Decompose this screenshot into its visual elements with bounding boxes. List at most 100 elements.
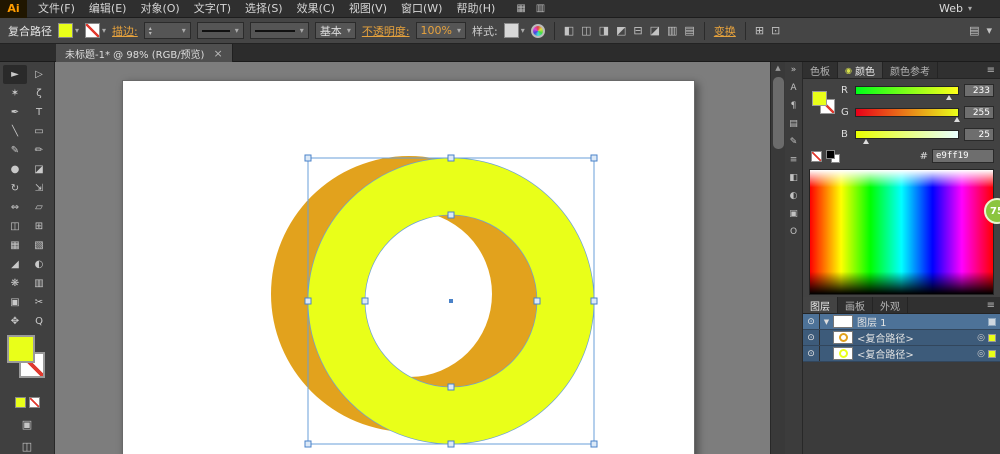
rotate-tool[interactable]: ↻: [3, 179, 27, 198]
lasso-tool[interactable]: ζ: [27, 84, 51, 103]
style-swatch-dropdown[interactable]: ▾: [504, 23, 525, 38]
anchor-point[interactable]: [448, 384, 454, 390]
menu-5[interactable]: 效果(C): [290, 0, 342, 18]
paragraph-panel-icon[interactable]: ¶: [791, 101, 797, 111]
type-tool[interactable]: T: [27, 103, 51, 122]
screen-mode-icon[interactable]: ◫: [22, 440, 32, 453]
menu-0[interactable]: 文件(F): [31, 0, 82, 18]
slider-value-g[interactable]: 255: [964, 106, 994, 119]
zoom-tool[interactable]: Q: [27, 312, 51, 331]
slice-tool[interactable]: ✂: [27, 293, 51, 312]
tab-close-icon[interactable]: ×: [213, 47, 222, 60]
gradient-panel-icon[interactable]: ◧: [789, 173, 798, 183]
app-logo[interactable]: Ai: [0, 0, 27, 18]
control-panel-menu-icon[interactable]: ▾: [986, 24, 992, 37]
fill-color-picker[interactable]: ▾: [58, 23, 79, 38]
align-left-icon[interactable]: ◧: [564, 24, 574, 37]
align-top-icon[interactable]: ◩: [616, 24, 626, 37]
none-swatch[interactable]: [811, 151, 822, 162]
align-center-h-icon[interactable]: ◫: [581, 24, 591, 37]
workspace-layout-icon[interactable]: ▥: [536, 3, 545, 14]
layer-thumbnail[interactable]: [833, 347, 853, 360]
column-graph-tool[interactable]: ▥: [27, 274, 51, 293]
panel-menu-icon[interactable]: ≡: [982, 62, 1000, 78]
slider-thumb[interactable]: [954, 117, 960, 122]
menu-6[interactable]: 视图(V): [342, 0, 394, 18]
selection-handle[interactable]: [448, 441, 454, 447]
line-segment-tool[interactable]: ╲: [3, 122, 27, 141]
pencil-tool[interactable]: ✏: [27, 141, 51, 160]
anchor-point[interactable]: [534, 298, 540, 304]
panel-fill-swatch[interactable]: [812, 91, 827, 106]
stroke-style-dropdown[interactable]: ▾: [250, 22, 309, 39]
selection-indicator[interactable]: [988, 318, 996, 326]
slider-value-b[interactable]: 25: [964, 128, 994, 141]
layer-row[interactable]: ⊙ ▼ 图层 1: [803, 314, 1000, 330]
stroke-weight-stepper[interactable]: ▴▾ ▾: [144, 22, 191, 39]
gradient-tool[interactable]: ▧: [27, 236, 51, 255]
document-tab[interactable]: 未标题-1* @ 98% (RGB/预览) ×: [56, 44, 233, 62]
canvas-area[interactable]: ▲: [55, 62, 785, 454]
tab-artboards[interactable]: 画板: [838, 297, 873, 313]
center-point[interactable]: [449, 299, 453, 303]
symbols-panel-icon[interactable]: O: [790, 227, 797, 237]
hex-input[interactable]: [932, 149, 994, 163]
stroke-color-picker[interactable]: ▾: [85, 23, 106, 38]
color-spectrum[interactable]: [809, 169, 994, 295]
panel-menu-icon[interactable]: ≡: [982, 297, 1000, 313]
isolate-selection-icon[interactable]: ⊡: [771, 24, 780, 37]
selection-handle[interactable]: [591, 441, 597, 447]
brush-definition-dropdown[interactable]: 基本 ▾: [315, 22, 356, 39]
arrange-documents-icon[interactable]: ▦: [516, 3, 525, 14]
selection-indicator[interactable]: [988, 350, 996, 358]
tab-layers[interactable]: 图层: [803, 297, 838, 313]
layer-name[interactable]: <复合路径>: [857, 346, 977, 361]
recolor-artwork-icon[interactable]: [531, 24, 545, 38]
scrollbar-thumb[interactable]: [773, 77, 784, 149]
artboard-tool[interactable]: ▣: [3, 293, 27, 312]
none-button[interactable]: [29, 397, 40, 408]
menu-7[interactable]: 窗口(W): [394, 0, 449, 18]
tab-color[interactable]: ◉ 颜色: [838, 62, 883, 78]
selection-handle[interactable]: [591, 298, 597, 304]
selection-handle[interactable]: [591, 155, 597, 161]
selection-tool[interactable]: ►: [3, 65, 27, 84]
tab-swatches[interactable]: 色板: [803, 62, 838, 78]
selection-handle[interactable]: [305, 298, 311, 304]
slider-thumb[interactable]: [946, 95, 952, 100]
layer-name[interactable]: 图层 1: [857, 314, 988, 329]
slider-value-r[interactable]: 233: [964, 84, 994, 97]
blend-tool[interactable]: ◐: [27, 255, 51, 274]
workspace-switcher[interactable]: Web ▾: [939, 2, 972, 15]
transform-panel-link[interactable]: 变换: [714, 23, 736, 39]
scale-tool[interactable]: ⇲: [27, 179, 51, 198]
slider-g[interactable]: [855, 108, 959, 117]
fill-swatch[interactable]: [7, 335, 35, 363]
slider-thumb[interactable]: [863, 139, 869, 144]
target-circle-icon[interactable]: ◎: [977, 349, 985, 359]
character-panel-icon[interactable]: A: [790, 83, 796, 93]
menu-8[interactable]: 帮助(H): [449, 0, 502, 18]
hand-tool[interactable]: ✥: [3, 312, 27, 331]
shape-mode-icon[interactable]: ⊞: [755, 24, 764, 37]
paintbrush-tool[interactable]: ✎: [3, 141, 27, 160]
menu-4[interactable]: 选择(S): [238, 0, 290, 18]
menu-2[interactable]: 对象(O): [133, 0, 186, 18]
free-transform-tool[interactable]: ▱: [27, 198, 51, 217]
align-middle-icon[interactable]: ⊟: [633, 24, 642, 37]
swatches-panel-icon[interactable]: ▤: [789, 119, 798, 129]
opacity-field[interactable]: 100% ▾: [416, 22, 466, 39]
selection-handle[interactable]: [305, 155, 311, 161]
width-tool[interactable]: ⇔: [3, 198, 27, 217]
opacity-panel-link[interactable]: 不透明度:: [362, 23, 410, 39]
tab-color-guide[interactable]: 颜色参考: [883, 62, 938, 78]
visibility-eye-icon[interactable]: ⊙: [803, 346, 820, 361]
stroke-panel-link[interactable]: 描边:: [112, 23, 138, 39]
scroll-up-icon[interactable]: ▲: [771, 62, 785, 75]
slider-r[interactable]: [855, 86, 959, 95]
vertical-scrollbar[interactable]: ▲: [770, 62, 785, 454]
anchor-point[interactable]: [362, 298, 368, 304]
layer-thumbnail[interactable]: [833, 315, 853, 328]
selection-indicator[interactable]: [988, 334, 996, 342]
mesh-tool[interactable]: ▦: [3, 236, 27, 255]
